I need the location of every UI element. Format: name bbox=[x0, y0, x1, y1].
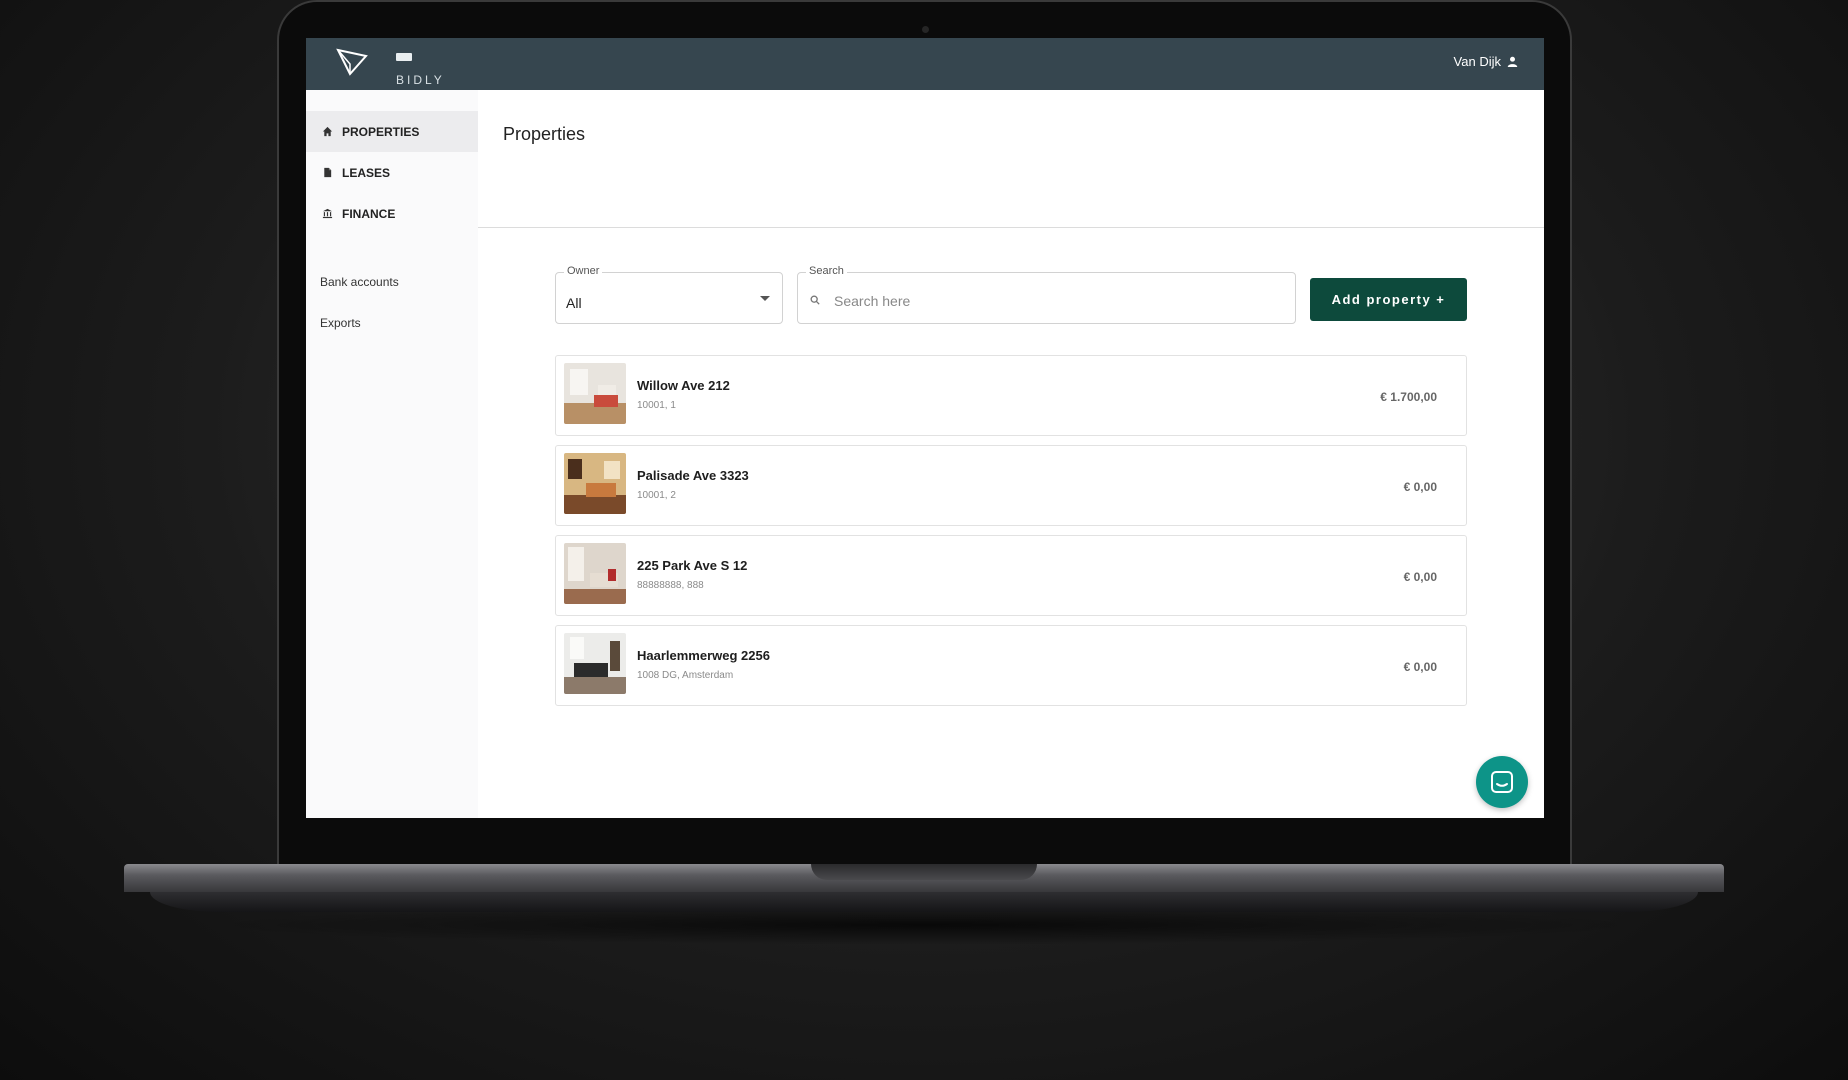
search-label: Search bbox=[806, 265, 847, 277]
sidebar-link-exports[interactable]: Exports bbox=[320, 316, 361, 330]
property-name: Palisade Ave 3323 bbox=[637, 468, 749, 483]
chat-launcher-button[interactable] bbox=[1476, 756, 1528, 808]
sidebar-item-finance[interactable]: FINANCE bbox=[306, 193, 478, 234]
sidebar-item-label: FINANCE bbox=[342, 206, 396, 221]
page-title: Properties bbox=[503, 124, 586, 144]
user-menu[interactable]: Van Dijk bbox=[1454, 54, 1518, 69]
document-icon bbox=[324, 167, 332, 178]
app-screen: BIDLY Van Dijk PROPERTIES LEASES FINANCE… bbox=[306, 38, 1544, 818]
property-name: Haarlemmerweg 2256 bbox=[637, 648, 770, 663]
search-input[interactable] bbox=[832, 289, 1276, 313]
property-subtitle: 10001, 1 bbox=[637, 400, 676, 411]
property-subtitle: 88888888, 888 bbox=[637, 580, 704, 591]
logo-text: BIDLY bbox=[396, 73, 445, 87]
property-price: € 1.700,00 bbox=[1380, 390, 1437, 404]
add-property-button[interactable]: Add property + bbox=[1310, 278, 1467, 321]
sidebar-item-label: LEASES bbox=[342, 165, 391, 180]
sidebar-item-leases[interactable]: LEASES bbox=[306, 152, 478, 193]
app-logo[interactable]: BIDLY bbox=[336, 46, 442, 87]
owner-label: Owner bbox=[564, 265, 603, 277]
property-price: € 0,00 bbox=[1403, 570, 1437, 584]
property-card[interactable]: Haarlemmerweg 2256 1008 DG, Amsterdam € … bbox=[555, 625, 1467, 706]
chevron-down-icon bbox=[760, 296, 770, 301]
search-icon bbox=[810, 295, 820, 305]
property-price: € 0,00 bbox=[1403, 480, 1437, 494]
sidebar-item-label: PROPERTIES bbox=[342, 124, 420, 139]
camera bbox=[922, 26, 929, 33]
property-card[interactable]: Palisade Ave 3323 10001, 2 € 0,00 bbox=[555, 445, 1467, 526]
sidebar-item-properties[interactable]: PROPERTIES bbox=[306, 111, 478, 152]
property-photo bbox=[564, 453, 626, 514]
property-subtitle: 1008 DG, Amsterdam bbox=[637, 670, 734, 681]
logo-badge-icon bbox=[396, 53, 412, 61]
property-photo bbox=[564, 543, 626, 604]
sidebar: PROPERTIES LEASES FINANCE Bank accounts … bbox=[306, 90, 478, 818]
property-price: € 0,00 bbox=[1403, 660, 1437, 674]
property-card[interactable]: 225 Park Ave S 12 88888888, 888 € 0,00 bbox=[555, 535, 1467, 616]
paper-plane-logo-icon bbox=[336, 48, 368, 76]
property-name: Willow Ave 212 bbox=[637, 378, 730, 393]
top-bar: BIDLY Van Dijk bbox=[306, 38, 1544, 90]
laptop-base-bottom bbox=[150, 892, 1698, 912]
property-photo bbox=[564, 363, 626, 424]
owner-value: All bbox=[566, 295, 582, 311]
property-subtitle: 10001, 2 bbox=[637, 490, 676, 501]
user-name: Van Dijk bbox=[1453, 54, 1501, 69]
property-card[interactable]: Willow Ave 212 10001, 1 € 1.700,00 bbox=[555, 355, 1467, 436]
chat-icon bbox=[1491, 771, 1513, 793]
sidebar-link-bank-accounts[interactable]: Bank accounts bbox=[320, 275, 399, 289]
property-name: 225 Park Ave S 12 bbox=[637, 558, 748, 573]
laptop-notch bbox=[811, 864, 1037, 880]
property-photo bbox=[564, 633, 626, 694]
search-field[interactable]: Search bbox=[797, 265, 1296, 324]
user-icon bbox=[1507, 56, 1518, 67]
bank-icon bbox=[322, 208, 333, 219]
home-icon bbox=[322, 126, 333, 137]
header-divider bbox=[478, 227, 1544, 228]
owner-select[interactable]: Owner All bbox=[555, 265, 783, 324]
